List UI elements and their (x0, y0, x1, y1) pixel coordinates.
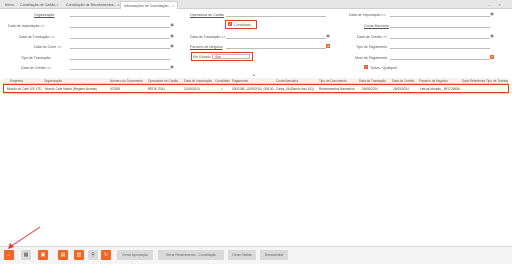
operadora-input[interactable] (226, 12, 326, 17)
conta-bancaria-input[interactable] (390, 23, 490, 28)
data-corte-ge-input[interactable] (70, 44, 170, 49)
minimize-icon[interactable]: – (486, 1, 493, 8)
label-meio-pagamento: Meio de Pagamento (355, 56, 388, 60)
refresh-button[interactable]: ↻ (101, 250, 111, 260)
tipo-transacao-input[interactable] (70, 55, 170, 60)
cell-numero-documento: 972651 (110, 87, 121, 91)
person-icon[interactable]: ● (326, 44, 330, 48)
col-parceiro-negocio[interactable]: Parceiro de Negócio (419, 79, 453, 83)
label-operadora: Operadora de Cartão (190, 13, 224, 17)
col-numero-documento[interactable]: Número do Documento (110, 79, 150, 83)
organizacao-input[interactable] (70, 12, 170, 17)
calendar-icon[interactable]: ▦ (170, 44, 174, 48)
label-em-estado: Em Estado (193, 55, 211, 59)
em-estado-select[interactable]: Sim (212, 54, 250, 59)
col-data-referencia[interactable]: Data Referência (462, 79, 486, 83)
label-data-importacao-le: Data de Importação <= (8, 24, 45, 28)
label-organizacao: Organização (34, 13, 55, 17)
label-conciliado: Conciliado (234, 23, 251, 27)
label-tipo-transacao: Tipo de Transação (21, 56, 51, 60)
calendar-icon[interactable]: ▦ (170, 23, 174, 27)
export-button[interactable]: ▤ (58, 250, 68, 260)
col-organizacao[interactable]: Organização (44, 79, 84, 83)
label-conta-bancaria: Conta Bancária (364, 24, 389, 28)
label-data-credito-le: Data de Crédito <= (21, 66, 52, 70)
annotation-arrow (8, 226, 41, 249)
calendar-icon[interactable]: ▦ (490, 12, 494, 16)
parceiro-negocio-input[interactable] (226, 44, 326, 49)
cell-tipo-documento: Recebimentos Bancários (319, 87, 355, 91)
col-data-credito[interactable]: Data do Crédito (392, 79, 420, 83)
label-data-corte-ge: Data do Corte >= (34, 45, 62, 49)
list-icon[interactable]: ≡ (490, 55, 494, 59)
home-button[interactable]: ⌂ (4, 250, 14, 260)
data-transacao-le-input[interactable] (226, 34, 326, 39)
gerar-aprovacao-button[interactable]: Gerar Aprovação (117, 250, 153, 260)
label-todos-qualquer: Todos / Qualquer (370, 66, 398, 70)
col-data-importacao[interactable]: Data de Importação (184, 79, 216, 83)
gerar-recebimento-button[interactable]: Gerar Recebimento - Conciliação (158, 250, 224, 260)
tab-conciliacao-cartao[interactable]: Conciliação de Cartão × (17, 1, 61, 9)
close-icon[interactable]: × (172, 4, 174, 8)
col-conciliado[interactable]: Conciliado (215, 79, 233, 83)
col-tipo-documento[interactable]: Tipo de Documento (319, 79, 359, 83)
check-icon: ✓ (221, 87, 224, 91)
close-window-icon[interactable]: × (496, 1, 503, 8)
process-button[interactable]: ▣ (38, 250, 48, 260)
col-operadora[interactable]: Operadora de Cartão (148, 79, 186, 83)
cell-data-transacao: 26/08/2024 (362, 87, 378, 91)
conciliado-checkbox[interactable]: ✓ (228, 22, 232, 26)
gerar-tarifas-button[interactable]: Gerar Tarifas (228, 250, 256, 260)
grid-view-button[interactable]: ▦ (21, 250, 31, 260)
tipo-pagamento-input[interactable] (390, 44, 490, 49)
tab-informacoes-conciliacao[interactable]: Informações de Conciliação... × (120, 1, 179, 9)
label-parceiro-negocio: Parceiro de Negócio (190, 45, 223, 49)
cell-pagamento: 0000188_11/09/2024_008.00... (232, 87, 275, 91)
col-conta-bancaria[interactable]: Conta Bancária (276, 79, 316, 83)
label-tipo-pagamento: Tipo de Pagamento (356, 45, 388, 49)
em-estado-value: Sim (215, 55, 222, 59)
label-data-transacao-ge: Data de Transação >= (19, 35, 55, 39)
report-button[interactable]: ▥ (74, 250, 84, 260)
tab-conciliacao-recebimentos[interactable]: Conciliação de Recebimentos... × (63, 1, 123, 9)
chevron-up-icon[interactable]: ▴ (253, 72, 255, 77)
col-empresa[interactable]: Empresa (10, 79, 32, 83)
data-transacao-ge-input[interactable] (70, 34, 170, 39)
cell-organizacao: Mundo Café Matriz (Regime Normal) (45, 87, 98, 91)
calendar-icon[interactable]: ▦ (170, 65, 174, 69)
cell-data-credito: 26/09/2024 (393, 87, 409, 91)
data-credito-le-input[interactable] (70, 65, 170, 70)
calendar-icon[interactable]: ▦ (326, 34, 330, 38)
col-data-transacao[interactable]: Data da Transação (359, 79, 393, 83)
col-pagamento[interactable]: Pagamento (232, 79, 272, 83)
cell-data-importacao: 11/09/2024 (184, 87, 200, 91)
todos-qualquer-checkbox[interactable]: ✓ (364, 65, 368, 69)
calendar-icon[interactable]: ▦ (170, 34, 174, 38)
calendar-icon[interactable]: ▦ (490, 34, 494, 38)
cell-operadora: REDE ITAU (148, 87, 165, 91)
data-importacao-le-input[interactable] (70, 23, 170, 28)
data-importacao-ge-input[interactable] (390, 12, 490, 17)
col-tipo-transacao[interactable]: Tipo de Transação (486, 79, 508, 83)
cell-parceiro-negocio: Letícia Mourão_ 891725656... (420, 87, 463, 91)
data-credito-ge-input[interactable] (390, 34, 490, 39)
cell-empresa: Mundo do Café S/S LTD (7, 87, 42, 91)
cell-conta-bancaria: Caixa_06 (Banco Itaú 341) (276, 87, 314, 91)
zoom-button[interactable]: ⚲ (88, 250, 98, 260)
label-data-transacao-le: Data de Transação <= (190, 35, 226, 39)
label-data-importacao-ge: Data de Importação >= (349, 13, 386, 17)
desconciliar-button[interactable]: Desconciliar (260, 250, 288, 260)
label-data-credito-ge: Data de Crédito >= (357, 35, 388, 39)
close-icon[interactable]: × (56, 3, 58, 7)
tab-menu[interactable]: Menu (2, 1, 17, 9)
meio-pagamento-input[interactable] (390, 55, 490, 60)
